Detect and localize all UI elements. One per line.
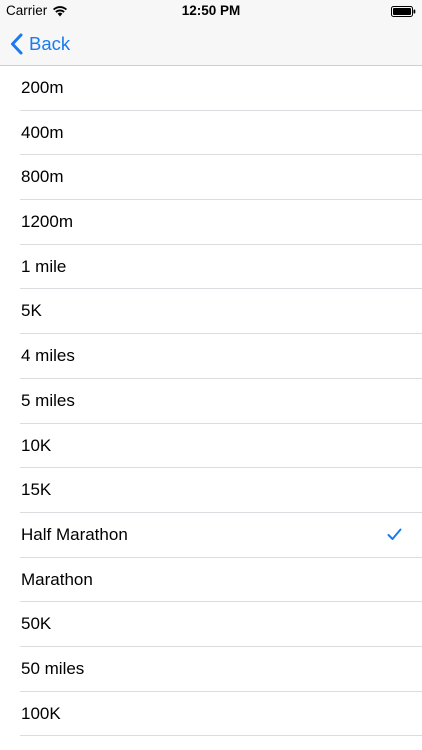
- distance-label: 400m: [21, 122, 64, 142]
- back-label: Back: [29, 33, 71, 54]
- distance-label: 10K: [21, 435, 52, 455]
- status-bar: Carrier 12:50 PM: [0, 0, 422, 22]
- distance-label: Marathon: [21, 569, 93, 589]
- list-item[interactable]: 15K: [0, 468, 422, 513]
- list-item[interactable]: 5 miles: [0, 379, 422, 424]
- distance-label: 5K: [21, 301, 42, 321]
- distance-label: 200m: [21, 78, 64, 97]
- list-item[interactable]: 400m: [0, 111, 422, 156]
- back-button[interactable]: Back: [10, 22, 70, 66]
- list-item[interactable]: Marathon: [0, 558, 422, 603]
- distance-label: 15K: [21, 480, 52, 500]
- status-time: 12:50 PM: [181, 3, 241, 18]
- list-item[interactable]: 5K: [0, 289, 422, 334]
- distance-list: 200m 400m 800m 1200m 1 mile 5K 4 miles 5 miles 1…: [0, 66, 422, 737]
- distance-label: Half Marathon: [21, 524, 128, 544]
- chevron-left-icon: [10, 33, 23, 55]
- distance-label: 1200m: [21, 212, 73, 232]
- list-item[interactable]: 800m: [0, 155, 422, 200]
- distance-label: 100K: [21, 703, 61, 723]
- battery-icon: [391, 5, 416, 17]
- distance-label: 1 mile: [21, 256, 67, 276]
- distance-label: 50K: [21, 614, 52, 634]
- list-item[interactable]: 50K: [0, 602, 422, 647]
- distance-label: 50 miles: [21, 658, 85, 678]
- top-bar: Carrier 12:50 PM Back: [0, 0, 422, 66]
- checkmark-icon: [387, 528, 402, 541]
- list-item[interactable]: 4 miles: [0, 334, 422, 379]
- list-item[interactable]: 200m: [0, 66, 422, 111]
- navigation-bar: Back: [0, 22, 422, 66]
- list-item[interactable]: 50 miles: [0, 647, 422, 692]
- distance-label: 4 miles: [21, 346, 75, 366]
- list-item[interactable]: 100K: [0, 692, 422, 737]
- list-item[interactable]: Half Marathon: [0, 513, 422, 558]
- distance-label: 5 miles: [21, 390, 75, 410]
- distance-label: 800m: [21, 167, 64, 187]
- list-item[interactable]: 1 mile: [0, 245, 422, 290]
- list-item[interactable]: 1200m: [0, 200, 422, 245]
- list-item[interactable]: 10K: [0, 424, 422, 469]
